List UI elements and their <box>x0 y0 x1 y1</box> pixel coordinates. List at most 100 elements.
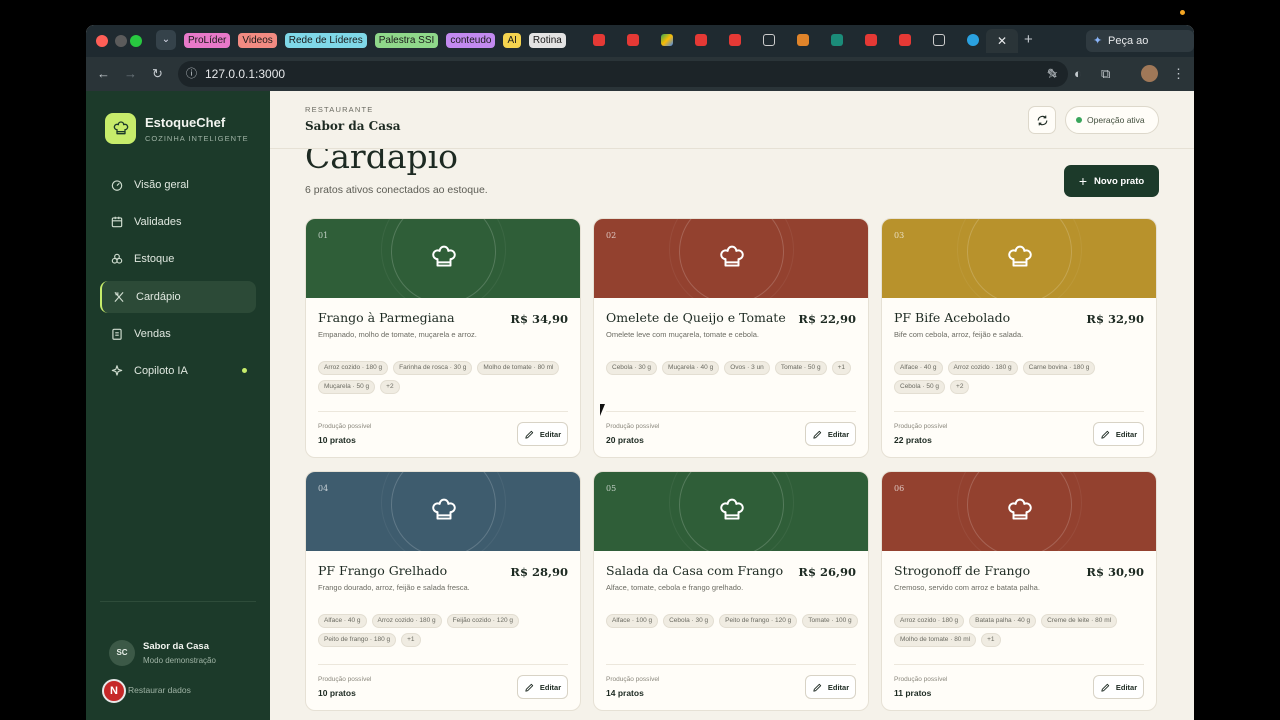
dish-banner: 04 <box>306 472 580 551</box>
youtube-icon[interactable] <box>729 34 741 46</box>
edit-dish-button[interactable]: Editar <box>805 422 856 446</box>
sidebar-item-label: Cardápio <box>136 290 181 303</box>
dish-banner: 02 <box>594 219 868 298</box>
edit-dish-button[interactable]: Editar <box>1093 675 1144 699</box>
tab-group-chip[interactable]: AI <box>503 33 521 48</box>
utensils-icon <box>114 291 124 302</box>
ingredient-tag: Carne bovina · 180 g <box>1022 361 1096 375</box>
tab-search-icon[interactable]: ⌄ <box>156 30 176 50</box>
youtube-icon[interactable] <box>593 34 605 46</box>
edit-dish-button[interactable]: Editar <box>517 422 568 446</box>
youtube-icon[interactable] <box>695 34 707 46</box>
sidebar-item-vendas[interactable]: Vendas <box>100 318 256 350</box>
sidebar-item-label: Copiloto IA <box>134 365 188 377</box>
sidebar-item-label: Visão geral <box>134 179 189 191</box>
status-label: Operação ativa <box>1087 115 1145 125</box>
edit-dish-button[interactable]: Editar <box>517 675 568 699</box>
dish-card[interactable]: 02 Omelete de Queijo e Tomate R$ 22,90 Omel… <box>593 218 869 458</box>
telegram-icon[interactable] <box>967 34 979 46</box>
tab-groups: ProLíder Videos Rede de Líderes Palestra SS… <box>184 33 574 48</box>
sidebar-item-estoque[interactable]: Estoque <box>100 243 256 275</box>
ingredient-tag: Molho de tomate · 80 ml <box>894 633 977 647</box>
production-label: Produção possível <box>894 423 948 430</box>
dish-banner: 06 <box>882 472 1156 551</box>
new-tab-icon[interactable]: + <box>1024 31 1033 48</box>
tab-group-chip[interactable]: Rede de Líderes <box>284 33 367 48</box>
app-icon[interactable] <box>933 34 945 46</box>
sidebar-item-card-pio[interactable]: Cardápio <box>100 280 256 313</box>
address-bar: ← → ↻ ⓘ 127.0.0.1:3000 ☆ ✎ ◐ ⧉ ⋮ <box>86 57 1194 91</box>
next-devtools-icon[interactable]: N <box>102 679 126 703</box>
sidebar-item-validades[interactable]: Validades <box>100 206 256 238</box>
menu-kebab-icon[interactable]: ⋮ <box>1172 66 1185 82</box>
production-label: Produção possível <box>894 676 948 683</box>
extensions-icon[interactable]: ⧉ <box>1101 66 1110 82</box>
profile-avatar[interactable] <box>1141 65 1158 82</box>
close-window-icon[interactable] <box>96 35 108 47</box>
tab-group-chip[interactable]: conteudo <box>446 33 496 48</box>
dish-description: Cremoso, servido com arroz e batata palh… <box>894 583 1040 592</box>
dish-card[interactable]: 01 Frango à Parmegiana R$ 34,90 Empanado, m… <box>305 218 581 458</box>
forward-icon[interactable]: → <box>124 66 137 81</box>
header-eyebrow: RESTAURANTE <box>305 105 374 114</box>
ingredient-tag: +1 <box>981 633 1001 647</box>
sidebar-divider <box>100 601 256 602</box>
ai-indicator-dot <box>242 368 247 373</box>
youtube-icon[interactable] <box>899 34 911 46</box>
card-divider <box>318 664 568 665</box>
dish-card[interactable]: 03 PF Bife Acebolado R$ 32,90 Bife com cebo… <box>881 218 1157 458</box>
dish-description: Empanado, molho de tomate, muçarela e ar… <box>318 330 477 339</box>
sidebar-item-copiloto-ia[interactable]: Copiloto IA <box>100 355 256 387</box>
restaurant-name: Sabor da Casa <box>305 119 401 133</box>
refresh-button[interactable] <box>1028 106 1056 134</box>
tab-group-chip[interactable]: Rotina <box>528 33 566 48</box>
app-icon[interactable] <box>831 34 843 46</box>
maximize-window-icon[interactable] <box>130 35 142 47</box>
dish-name: Strogonoff de Frango <box>894 563 1031 578</box>
claude-icon[interactable] <box>763 34 775 46</box>
edit-label: Editar <box>539 429 562 439</box>
production-value: 10 pratos <box>318 688 356 698</box>
ingredient-tag: Muçarela · 40 g <box>662 361 720 375</box>
gemini-button[interactable]: ✦ Peça ao Gemini <box>1086 30 1194 69</box>
notification-dot <box>1180 10 1185 15</box>
youtube-icon[interactable] <box>627 34 639 46</box>
user-mode: Modo demonstração <box>143 656 216 665</box>
dark-mode-extension-icon[interactable]: ◐ <box>1074 66 1082 81</box>
tab-group-chip[interactable]: Videos <box>238 33 277 48</box>
sidebar-item-vis-o-geral[interactable]: Visão geral <box>100 169 256 201</box>
dish-name: Frango à Parmegiana <box>318 310 455 325</box>
dish-card[interactable]: 04 PF Frango Grelhado R$ 28,90 Frango doura… <box>305 471 581 711</box>
card-divider <box>894 411 1144 412</box>
dish-number: 02 <box>606 231 617 240</box>
browser-window: ⌄ ProLíder Videos Rede de Líderes Palestra … <box>86 25 1194 720</box>
minimize-window-icon[interactable] <box>115 35 127 47</box>
ingredient-tag: Alface · 40 g <box>318 614 367 628</box>
edit-dish-button[interactable]: Editar <box>805 675 856 699</box>
dish-banner: 03 <box>882 219 1156 298</box>
drive-icon[interactable] <box>661 34 673 46</box>
eyedropper-icon[interactable]: ✎ <box>1047 66 1058 82</box>
youtube-icon[interactable] <box>865 34 877 46</box>
tab-group-chip[interactable]: ProLíder <box>184 33 231 48</box>
header: RESTAURANTE Sabor da Casa Operação ativa <box>270 91 1194 149</box>
app-icon[interactable] <box>797 34 809 46</box>
dish-banner: 05 <box>594 472 868 551</box>
new-dish-button[interactable]: + Novo prato <box>1064 165 1159 197</box>
ingredient-tag: Arroz cozido · 180 g <box>318 361 389 375</box>
dish-card[interactable]: 05 Salada da Casa com Frango R$ 26,90 Alfac… <box>593 471 869 711</box>
site-info-icon[interactable]: ⓘ <box>186 61 197 87</box>
back-icon[interactable]: ← <box>97 66 110 81</box>
sidebar: EstoqueChef COZINHA INTELIGENTE Visão ge… <box>86 91 270 720</box>
url-input[interactable]: ⓘ 127.0.0.1:3000 ☆ <box>178 61 1068 87</box>
refresh-icon <box>1037 115 1047 125</box>
tab-group-chip[interactable]: Palestra SSI <box>374 33 439 48</box>
edit-dish-button[interactable]: Editar <box>1093 422 1144 446</box>
card-divider <box>894 664 1144 665</box>
edit-label: Editar <box>539 682 562 692</box>
dish-card[interactable]: 06 Strogonoff de Frango R$ 30,90 Cremoso, s… <box>881 471 1157 711</box>
ingredient-tag: Farinha de rosca · 30 g <box>393 361 473 375</box>
restore-data-button[interactable]: Restaurar dados <box>128 685 191 695</box>
active-tab-close-icon[interactable]: ✕ <box>986 29 1018 53</box>
reload-icon[interactable]: ↻ <box>152 66 163 82</box>
